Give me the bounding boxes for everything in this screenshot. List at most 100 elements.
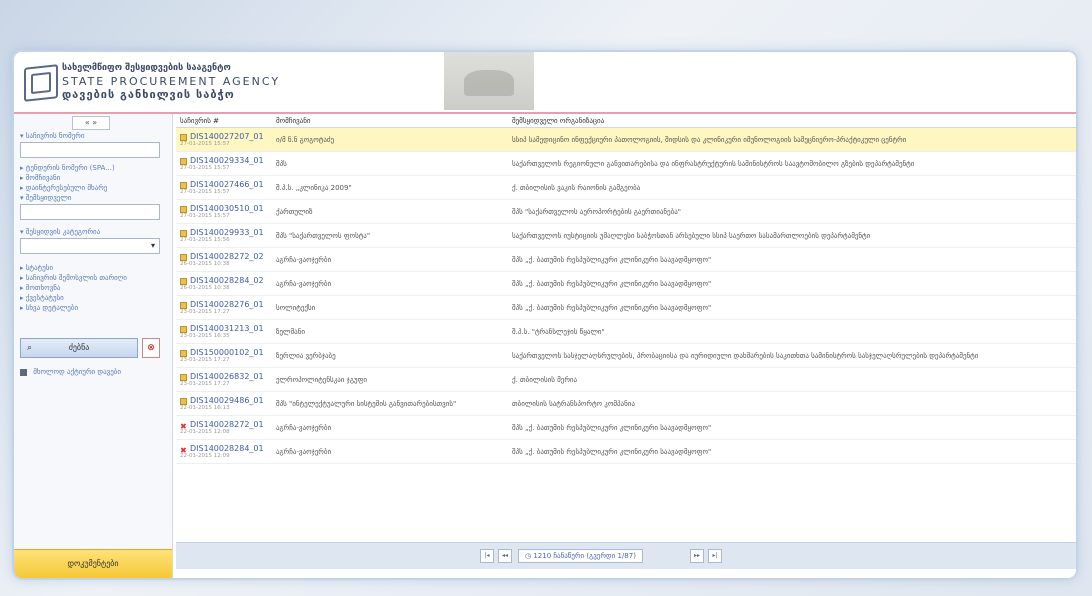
filter-request[interactable]: ▸ მოთხოვნა — [20, 284, 60, 292]
complaint-number-cell[interactable]: DIS140031213_01 23-01-2015 16:35 — [176, 319, 272, 344]
procurer-input[interactable] — [20, 204, 160, 220]
collapse-sidebar-button[interactable]: « » — [72, 116, 110, 130]
filter-label-category[interactable]: ▾ შესყიდვის კატეგორია — [20, 228, 100, 236]
complainant-cell: აგრჩა-ვაოჯერბი — [272, 247, 508, 272]
next-page-button[interactable]: ▸▸ — [690, 549, 704, 563]
complaint-number-input[interactable] — [20, 142, 160, 158]
table-row[interactable]: DIS140027207_01 27-01-2015 15:57 ი/მ ნ.ნ გ… — [176, 127, 1076, 152]
complaint-date: 27-01-2015 15:57 — [180, 213, 230, 219]
complaint-number-link[interactable]: DIS140029486_01 — [190, 396, 264, 405]
documents-button[interactable]: დოკუმენტები — [14, 549, 172, 578]
filter-status[interactable]: ▸ სტატუსი — [20, 264, 53, 272]
complaint-number-link[interactable]: DIS140029933_01 — [190, 228, 264, 237]
complaint-number-link[interactable]: DIS140026832_01 — [190, 372, 264, 381]
procurer-cell: შპს „ქ. ბათუმის რესპუბლიკური კლინიკური ს… — [508, 295, 1076, 320]
clear-filters-button[interactable]: ⊗ — [142, 338, 160, 358]
procurer-cell: საქართველოს იუსტიციის უმაღლესი საბჭოსთან… — [508, 223, 1076, 248]
complaint-number-cell[interactable]: DIS150000102_01 23-01-2015 17:27 — [176, 343, 272, 368]
complaint-number-link[interactable]: DIS140029334_01 — [190, 156, 264, 165]
filter-label-complaint-number[interactable]: ▾ საჩივრის ნომერი — [20, 132, 84, 140]
table-row[interactable]: DIS140028276_01 23-01-2015 17:27 სოლიტექსი… — [176, 295, 1076, 320]
filter-interested-party[interactable]: ▸ დაინტერესებული მხარე — [20, 184, 107, 192]
pagination-info: ◷ 1210 ჩანაწერი (გვერდი 1/87) — [518, 549, 643, 563]
logo-icon — [24, 64, 58, 102]
filter-complainant[interactable]: ▸ მომჩივანი — [20, 174, 60, 182]
last-page-button[interactable]: ▸| — [708, 549, 722, 563]
filter-substatus[interactable]: ▸ ქვესტატუსი — [20, 294, 64, 302]
table-row[interactable]: DIS140026832_01 23-01-2015 17:27 ელროპოლიტ… — [176, 367, 1076, 392]
folder-status-icon — [180, 325, 187, 333]
folder-status-icon — [180, 229, 187, 237]
active-only-checkbox[interactable] — [20, 368, 27, 376]
complaint-number-cell[interactable]: DIS140028276_01 23-01-2015 17:27 — [176, 295, 272, 320]
clear-icon: ⊗ — [147, 343, 155, 353]
complaint-number-cell[interactable]: DIS140029933_01 27-01-2015 15:56 — [176, 223, 272, 248]
table-row[interactable]: DIS140029486_01 22-01-2015 16:13 შპს "ინტე… — [176, 391, 1076, 416]
complaint-number-cell[interactable]: DIS140030510_01 27-01-2015 15:57 — [176, 199, 272, 224]
procurer-cell: შპს „ქ. ბათუმის რესპუბლიკური კლინიკური ს… — [508, 415, 1076, 440]
table-row[interactable]: DIS140027466_01 27-01-2015 15:57 შ.პ.ს. „კ… — [176, 175, 1076, 200]
search-button[interactable]: ⌕ ძებნა — [20, 338, 138, 358]
table-row[interactable]: DIS150000102_01 23-01-2015 17:27 ზერლია ვე… — [176, 343, 1076, 368]
procurer-cell: ქ. თბილისის მერია — [508, 367, 1076, 392]
complaint-number-cell[interactable]: ✖ DIS140028284_01 22-01-2015 12:09 — [176, 439, 272, 464]
complaint-number-link[interactable]: DIS140031213_01 — [190, 324, 264, 333]
complainant-cell: აგრჩა-ვაოჯერბი — [272, 439, 508, 464]
complaint-number-link[interactable]: DIS140028284_01 — [190, 444, 264, 453]
procurer-cell: სსიპ სამედიცინო ინფექციური პათოლოგიის, შ… — [508, 127, 1076, 152]
logo-line-english: STATE PROCUREMENT AGENCY — [62, 75, 281, 88]
filter-tender-number[interactable]: ▸ ტენდერის ნომერი (SPA...) — [20, 164, 115, 172]
complaint-number-link[interactable]: DIS140028272_02 — [190, 252, 264, 261]
table-row[interactable]: DIS140030510_01 27-01-2015 15:57 ქართულიზ შ… — [176, 199, 1076, 224]
folder-status-icon — [180, 277, 187, 285]
active-only-checkbox-row[interactable]: მხოლოდ აქტიური დავები — [20, 368, 121, 376]
logo[interactable]: სახელმწიფო შესყიდვების სააგენტო STATE PR… — [62, 62, 280, 101]
filter-label-procurer[interactable]: ▾ შემსყიდველი — [20, 194, 71, 202]
complaint-date: 22-01-2015 12:08 — [180, 429, 230, 435]
category-select[interactable]: ▾ — [20, 238, 160, 254]
prev-page-button[interactable]: ◂◂ — [498, 549, 512, 563]
table-row[interactable]: DIS140029334_01 27-01-2015 15:57 შპს საქართ… — [176, 151, 1076, 176]
complaint-number-link[interactable]: DIS140028276_01 — [190, 300, 264, 309]
table-row[interactable]: DIS140031213_01 23-01-2015 16:35 ზელმანი შ.… — [176, 319, 1076, 344]
complaint-date: 23-01-2015 17:27 — [180, 357, 230, 363]
complaint-date: 27-01-2015 15:57 — [180, 141, 230, 147]
procurer-cell: თბილისის სატრანსპორტო კომპანია — [508, 391, 1076, 416]
complainant-cell: ზერლია ვერბჯაბე — [272, 343, 508, 368]
first-page-button[interactable]: |◂ — [480, 549, 494, 563]
complaint-number-cell[interactable]: DIS140028272_02 26-01-2015 10:38 — [176, 247, 272, 272]
complaint-number-link[interactable]: DIS140028284_02 — [190, 276, 264, 285]
complaint-number-cell[interactable]: DIS140029334_01 27-01-2015 15:57 — [176, 151, 272, 176]
search-row: ⌕ ძებნა ⊗ — [20, 338, 160, 358]
table-row[interactable]: DIS140028272_02 26-01-2015 10:38 აგრჩა-ვაო… — [176, 247, 1076, 272]
complaint-number-link[interactable]: DIS140030510_01 — [190, 204, 264, 213]
complaint-number-link[interactable]: DIS140027466_01 — [190, 180, 264, 189]
filter-sidebar: « » ▾ საჩივრის ნომერი ▸ ტენდერის ნომერი … — [14, 114, 173, 578]
complaint-number-cell[interactable]: DIS140029486_01 22-01-2015 16:13 — [176, 391, 272, 416]
complaint-number-cell[interactable]: DIS140026832_01 23-01-2015 17:27 — [176, 367, 272, 392]
folder-status-icon — [180, 397, 187, 405]
complaint-number-cell[interactable]: DIS140027207_01 27-01-2015 15:57 — [176, 127, 272, 152]
complaint-number-cell[interactable]: DIS140028284_02 26-01-2015 10:38 — [176, 271, 272, 296]
filter-other-details[interactable]: ▸ სხვა დეტალები — [20, 304, 78, 312]
complaint-number-cell[interactable]: ✖ DIS140028272_01 22-01-2015 12:08 — [176, 415, 272, 440]
table-row[interactable]: ✖ DIS140028284_01 22-01-2015 12:09 აგრჩა-ვა… — [176, 439, 1076, 464]
complainant-cell: ელროპოლიტენსკაი ჯგუფი — [272, 367, 508, 392]
complaint-number-link[interactable]: DIS140028272_01 — [190, 420, 264, 429]
column-header-procurer[interactable]: შემსყიდველი ორგანიზაცია — [508, 114, 1076, 128]
procurer-cell: შპს "საქართველოს აეროპორტების გაერთიანებ… — [508, 199, 1076, 224]
filter-submission-date[interactable]: ▸ საჩივრის შემოსვლის თარიღი — [20, 274, 127, 282]
pagination-bar: |◂ ◂◂ ◷ 1210 ჩანაწერი (გვერდი 1/87) ▸▸ ▸… — [176, 542, 1076, 569]
complaint-date: 27-01-2015 15:57 — [180, 189, 230, 195]
complaint-number-cell[interactable]: DIS140027466_01 27-01-2015 15:57 — [176, 175, 272, 200]
complaint-number-link[interactable]: DIS140027207_01 — [190, 132, 264, 141]
table-row[interactable]: DIS140029933_01 27-01-2015 15:56 შპს "საქა… — [176, 223, 1076, 248]
column-header-complainant[interactable]: მომჩივანი — [272, 114, 508, 128]
complaint-number-link[interactable]: DIS150000102_01 — [190, 348, 264, 357]
table-row[interactable]: DIS140028284_02 26-01-2015 10:38 აგრჩა-ვაო… — [176, 271, 1076, 296]
complainant-cell: ზელმანი — [272, 319, 508, 344]
table-row[interactable]: ✖ DIS140028272_01 22-01-2015 12:08 აგრჩა-ვა… — [176, 415, 1076, 440]
complaint-date: 26-01-2015 10:38 — [180, 261, 230, 267]
complaint-date: 22-01-2015 12:09 — [180, 453, 230, 459]
column-header-complaint-number[interactable]: საჩივრის # — [176, 114, 272, 128]
